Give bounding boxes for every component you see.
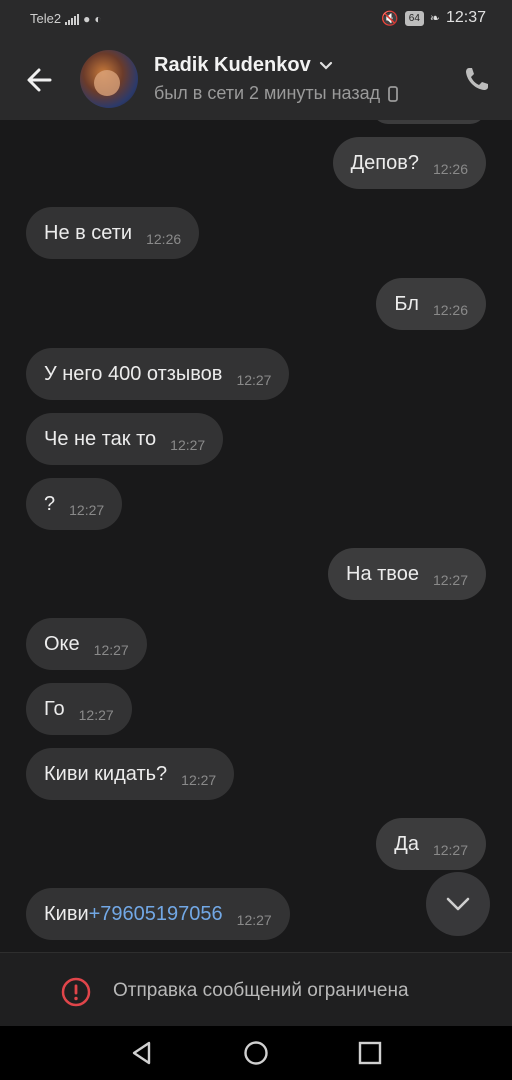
chat-notification-icon: ● [83, 11, 91, 26]
mobile-device-icon [388, 85, 399, 102]
mute-icon: 🔇 [381, 9, 399, 26]
contact-avatar[interactable] [80, 50, 138, 108]
message-text: ? [44, 492, 56, 515]
message-time: 12:27 [236, 372, 272, 388]
message-text: Да [394, 832, 419, 855]
message-time: 12:26 [432, 161, 468, 177]
call-button[interactable] [462, 64, 492, 94]
clock: 12:37 [445, 9, 486, 26]
message-bubble-incoming[interactable]: Киви кидать? 12:27 [26, 748, 235, 800]
message-text: Депов? [350, 151, 419, 174]
message-text: Не в сети [44, 221, 133, 244]
message-time: 12:27 [93, 642, 129, 658]
message-time: 12:26 [146, 231, 182, 247]
message-text: Бл [394, 292, 419, 315]
message-bubble-outgoing[interactable]: На твое 12:27 [328, 548, 486, 600]
message-time: 12:27 [69, 502, 105, 518]
battery-icon: 64 [404, 10, 424, 26]
message-text: На твое [346, 562, 419, 585]
message-bubble-incoming[interactable]: ? 12:27 [26, 478, 123, 530]
message-bubble-incoming[interactable]: У него 400 отзывов 12:27 [26, 348, 290, 400]
square-recents-icon [358, 1041, 382, 1065]
contact-name: Radik Kudenkov [154, 54, 311, 76]
power-saving-icon: ❧ [429, 11, 440, 25]
message-text: Го [44, 697, 65, 720]
warning-icon [61, 977, 91, 1007]
nav-recents-button[interactable] [355, 1038, 385, 1068]
message-bubble-incoming[interactable]: Го 12:27 [26, 683, 132, 735]
message-time: 12:27 [236, 912, 272, 928]
contact-name-button[interactable]: Radik Kudenkov [154, 54, 333, 77]
chevron-down-icon [319, 61, 332, 70]
restricted-message: Отправка сообщений ограничена [113, 980, 409, 1001]
message-text: У него 400 отзывов [44, 362, 223, 385]
message-time: 12:26 [432, 302, 468, 318]
back-button[interactable] [20, 60, 60, 100]
message-time: 12:27 [432, 572, 468, 588]
nav-back-button[interactable] [127, 1038, 157, 1068]
scroll-to-bottom-button[interactable] [426, 872, 490, 936]
message-text: Че не так то [44, 427, 157, 450]
circle-home-icon [244, 1041, 268, 1065]
chat-header: Radik Kudenkov был в сети 2 минуты назад [0, 38, 512, 120]
system-navigation-bar [0, 1026, 512, 1080]
carrier-label: Tele2 [30, 11, 62, 26]
message-bubble-outgoing[interactable]: Депов? 12:26 [332, 137, 486, 189]
message-text: Киви кидать? [44, 762, 168, 785]
chevron-down-icon [446, 897, 470, 911]
message-time: 12:27 [170, 437, 206, 453]
last-seen-status: был в сети 2 минуты назад [154, 83, 381, 103]
message-time: 12:27 [181, 772, 217, 788]
phone-icon [466, 68, 488, 90]
message-bubble-incoming[interactable]: Киви +79605197056 12:27 [26, 888, 290, 940]
message-text: Киви [44, 902, 89, 925]
app-notification-icon: ◐ [94, 11, 102, 26]
message-list[interactable]: Депов? 12:26 Не в сети 12:26 Бл 12:26 У … [0, 120, 512, 952]
messaging-restricted-bar: Отправка сообщений ограничена [0, 952, 512, 1027]
message-bubble-incoming[interactable]: Не в сети 12:26 [26, 207, 200, 259]
message-time: 12:27 [432, 842, 468, 858]
message-bubble-incoming[interactable]: Оке 12:27 [26, 618, 147, 670]
message-bubble-partial[interactable] [372, 120, 486, 124]
phone-number-link[interactable]: +79605197056 [89, 903, 223, 926]
signal-icon [65, 13, 80, 25]
message-bubble-outgoing[interactable]: Бл 12:26 [376, 278, 486, 330]
status-bar: Tele2 ● ◐ 🔇 64 ❧ 12:37 [0, 0, 512, 38]
triangle-back-icon [132, 1041, 151, 1065]
message-bubble-incoming[interactable]: Че не так то 12:27 [26, 413, 224, 465]
nav-home-button[interactable] [241, 1038, 271, 1068]
back-arrow-icon [27, 68, 52, 92]
message-time: 12:27 [78, 707, 114, 723]
message-text: Оке [44, 632, 80, 655]
message-bubble-outgoing[interactable]: Да 12:27 [376, 818, 486, 870]
